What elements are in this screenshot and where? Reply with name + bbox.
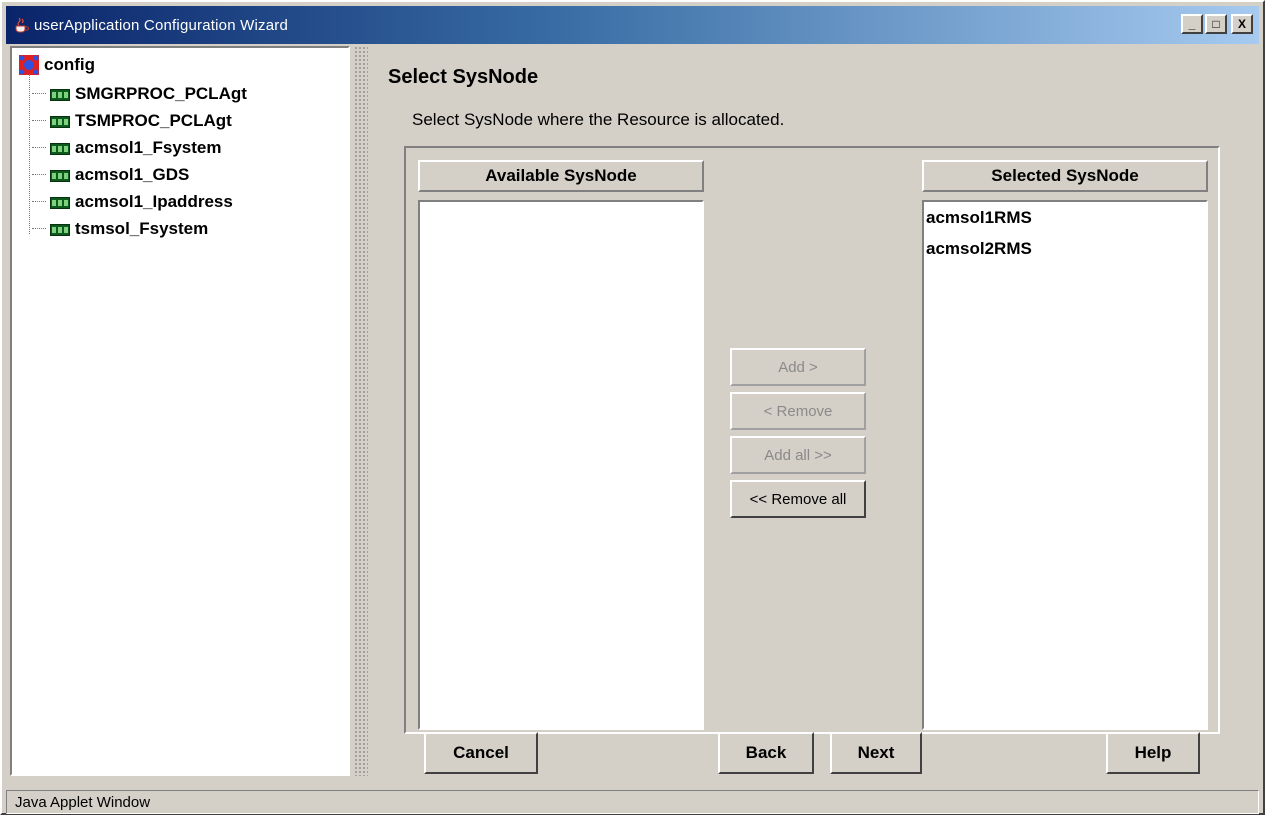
tree-root-label: config bbox=[44, 55, 95, 74]
wizard-content-panel: Select SysNode Select SysNode where the … bbox=[370, 46, 1259, 776]
tree-item-smgrproc[interactable]: SMGRPROC_PCLAgt bbox=[12, 80, 247, 107]
instruction-text: Select SysNode where the Resource is all… bbox=[412, 110, 785, 129]
close-button[interactable]: X bbox=[1231, 14, 1253, 34]
tree-item-label: TSMPROC_PCLAgt bbox=[75, 110, 232, 130]
remove-button[interactable]: < Remove bbox=[730, 392, 866, 430]
selected-sysnode-header: Selected SysNode bbox=[922, 160, 1208, 192]
list-item[interactable]: acmsol2RMS bbox=[924, 233, 1206, 264]
java-cup-icon bbox=[12, 16, 30, 34]
resource-icon bbox=[50, 223, 70, 236]
title-bar[interactable]: userApplication Configuration Wizard _ □… bbox=[6, 6, 1259, 44]
status-bar: Java Applet Window bbox=[6, 790, 1259, 814]
resource-tree[interactable]: config SMGRPROC_PCLAgt TSMPROC_PCLAgt ac… bbox=[10, 46, 350, 776]
tree-root-config[interactable]: config bbox=[18, 54, 95, 76]
resource-icon bbox=[50, 115, 70, 128]
split-pane-divider[interactable] bbox=[354, 46, 368, 776]
tree-item-label: acmsol1_Fsystem bbox=[75, 137, 222, 157]
available-sysnode-list[interactable] bbox=[418, 200, 704, 730]
wizard-window: userApplication Configuration Wizard _ □… bbox=[0, 0, 1265, 815]
window-title: userApplication Configuration Wizard bbox=[34, 16, 288, 34]
tree-item-tsmproc[interactable]: TSMPROC_PCLAgt bbox=[12, 107, 247, 134]
list-item[interactable]: acmsol1RMS bbox=[924, 202, 1206, 233]
sysnode-selection-group: Available SysNode Add > < Remove Add all… bbox=[404, 146, 1220, 734]
resource-icon bbox=[50, 88, 70, 101]
add-button[interactable]: Add > bbox=[730, 348, 866, 386]
tree-item-acmsol1-gds[interactable]: acmsol1_GDS bbox=[12, 161, 247, 188]
resource-icon bbox=[50, 196, 70, 209]
tree-item-tsmsol-fsystem[interactable]: tsmsol_Fsystem bbox=[12, 215, 247, 242]
tree-item-label: tsmsol_Fsystem bbox=[75, 218, 209, 238]
config-root-icon bbox=[18, 54, 40, 76]
add-all-button[interactable]: Add all >> bbox=[730, 436, 866, 474]
status-text: Java Applet Window bbox=[15, 793, 151, 811]
tree-item-acmsol1-fsystem[interactable]: acmsol1_Fsystem bbox=[12, 134, 247, 161]
cancel-button[interactable]: Cancel bbox=[424, 732, 538, 774]
tree-item-acmsol1-ipaddress[interactable]: acmsol1_Ipaddress bbox=[12, 188, 247, 215]
remove-all-button[interactable]: << Remove all bbox=[730, 480, 866, 518]
back-button[interactable]: Back bbox=[718, 732, 814, 774]
resource-icon bbox=[50, 169, 70, 182]
tree-item-label: acmsol1_Ipaddress bbox=[75, 191, 233, 211]
page-title: Select SysNode bbox=[388, 66, 539, 88]
available-sysnode-header: Available SysNode bbox=[418, 160, 704, 192]
help-button[interactable]: Help bbox=[1106, 732, 1200, 774]
selected-sysnode-list[interactable]: acmsol1RMS acmsol2RMS bbox=[922, 200, 1208, 730]
resource-icon bbox=[50, 142, 70, 155]
tree-item-label: SMGRPROC_PCLAgt bbox=[75, 83, 247, 103]
next-button[interactable]: Next bbox=[830, 732, 922, 774]
tree-item-label: acmsol1_GDS bbox=[75, 164, 190, 184]
minimize-button[interactable]: _ bbox=[1181, 14, 1203, 34]
maximize-button[interactable]: □ bbox=[1205, 14, 1227, 34]
